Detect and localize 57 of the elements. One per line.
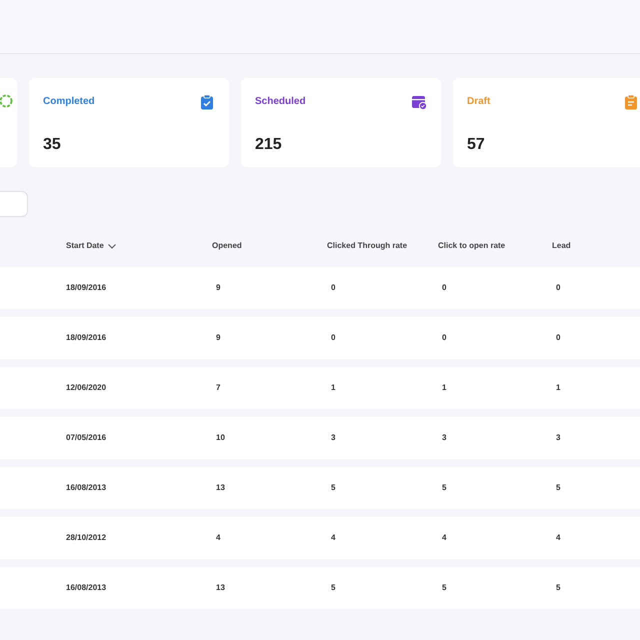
- table-cell-text: 07/05/2016: [66, 432, 108, 444]
- stat-label: Scheduled: [255, 95, 306, 109]
- table-cell-text: 5: [441, 482, 448, 494]
- table-cell-text: 13: [215, 482, 226, 494]
- table-cell-text: 12/06/2020: [66, 382, 108, 394]
- table-cell-text: 0: [330, 282, 336, 294]
- table-cell-text: 16/08/2013: [66, 482, 108, 494]
- table-cell-text: 5: [330, 482, 336, 494]
- table-cell-text: 18/09/2016: [66, 332, 108, 344]
- table-cell-text: 16/08/2013: [66, 582, 108, 594]
- stat-label: Draft: [467, 95, 490, 109]
- table-cell-text: 3: [555, 432, 562, 444]
- table-cell-text: 1: [330, 382, 336, 394]
- stat-value: 35: [43, 135, 61, 155]
- table-row[interactable]: 07/05/2016 10 3 3 3: [0, 417, 640, 459]
- table-cell-text: 7: [215, 382, 222, 394]
- column-header: Clicked Through rate: [327, 240, 408, 252]
- table-cell-text: 5: [555, 582, 562, 594]
- table-cell-text: 0: [441, 332, 448, 344]
- table-cell-text: 1: [441, 382, 448, 394]
- table-cell-text: 13: [215, 582, 226, 594]
- clipboard-check-icon: [199, 94, 215, 111]
- table-cell-text: 10: [215, 432, 226, 444]
- table-cell-text: 5: [555, 482, 562, 494]
- table-cell-text: 0: [555, 282, 562, 294]
- table-cell-text: 1: [555, 382, 562, 394]
- table-cell-text: 18/09/2016: [66, 282, 108, 294]
- table-cell-text: 4: [555, 532, 562, 544]
- table-cell-text: 4: [215, 532, 222, 544]
- table-cell-text: 5: [441, 582, 448, 594]
- stat-value: 57: [467, 135, 485, 155]
- table-row[interactable]: 18/09/2016 9 0 0 0: [0, 317, 640, 359]
- status-icon: [0, 94, 13, 108]
- column-header: Click to open rate: [438, 240, 506, 252]
- table-cell-text: 9: [215, 332, 222, 344]
- table-cell-text: 0: [555, 332, 562, 344]
- table-row[interactable]: 16/08/2013 13 5 5 5: [0, 567, 640, 609]
- table-cell-text: 5: [330, 582, 336, 594]
- column-header: Opened: [212, 240, 242, 252]
- table-cell-text: 0: [441, 282, 448, 294]
- stat-value: 215: [255, 135, 282, 155]
- table-cell-text: 28/10/2012: [66, 532, 108, 544]
- stat-label: Completed: [43, 95, 95, 109]
- sort-chevron-icon[interactable]: [108, 244, 116, 248]
- table-cell-text: 9: [215, 282, 222, 294]
- table-cell-text: 4: [441, 532, 448, 544]
- calendar-check-icon: [411, 94, 427, 111]
- table-row[interactable]: 16/08/2013 13 5 5 5: [0, 467, 640, 509]
- table-row[interactable]: 12/06/2020 7 1 1 1: [0, 367, 640, 409]
- column-header: Lead: [552, 240, 571, 252]
- table-cell-text: 0: [330, 332, 336, 344]
- table-cell-text: 3: [441, 432, 448, 444]
- table-row[interactable]: 28/10/2012 4 4 4 4: [0, 517, 640, 559]
- table-cell-text: 4: [330, 532, 336, 544]
- table-row[interactable]: 18/09/2016 9 0 0 0: [0, 267, 640, 309]
- column-header[interactable]: Start Date: [66, 240, 116, 252]
- table-cell-text: 3: [330, 432, 336, 444]
